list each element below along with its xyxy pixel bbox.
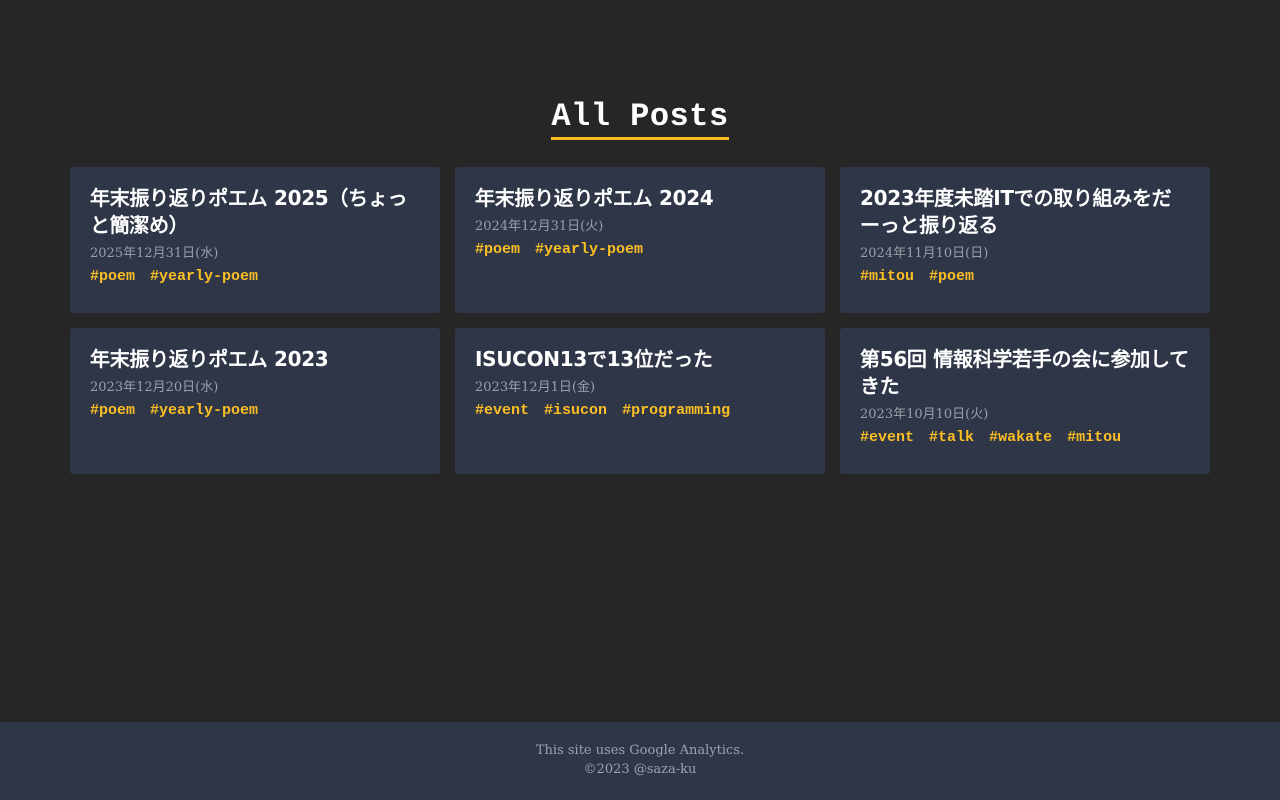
posts-grid: 年末振り返りポエム 2025（ちょっと簡潔め） 2025年12月31日(水) #…: [70, 167, 1210, 474]
site-footer: This site uses Google Analytics. ©2023 @…: [0, 722, 1280, 800]
post-tags: #mitou #poem: [860, 268, 1190, 286]
tag-link[interactable]: #isucon: [544, 402, 607, 419]
post-title[interactable]: ISUCON13で13位だった: [475, 346, 805, 373]
post-date: 2024年11月10日(日): [860, 246, 989, 261]
post-tags: #event #isucon #programming: [475, 402, 805, 420]
post-card-6[interactable]: 第56回 情報科学若手の会に参加してきた 2023年10月10日(火) #eve…: [840, 328, 1210, 474]
post-title[interactable]: 年末振り返りポエム 2025（ちょっと簡潔め）: [90, 185, 420, 239]
tag-link[interactable]: #yearly-poem: [535, 241, 643, 258]
post-card-5[interactable]: ISUCON13で13位だった 2023年12月1日(金) #event #is…: [455, 328, 825, 474]
tag-link[interactable]: #poem: [90, 402, 135, 419]
post-title[interactable]: 年末振り返りポエム 2023: [90, 346, 420, 373]
post-card-2[interactable]: 年末振り返りポエム 2024 2024年12月31日(火) #poem #yea…: [455, 167, 825, 313]
post-title[interactable]: 第56回 情報科学若手の会に参加してきた: [860, 346, 1190, 400]
tag-link[interactable]: #wakate: [989, 429, 1052, 446]
post-tags: #poem #yearly-poem: [90, 268, 420, 286]
post-date: 2024年12月31日(火): [475, 219, 604, 234]
post-tags: #poem #yearly-poem: [475, 241, 805, 259]
post-date: 2023年10月10日(火): [860, 407, 989, 422]
tag-link[interactable]: #event: [860, 429, 914, 446]
post-title[interactable]: 2023年度未踏ITでの取り組みをだーっと振り返る: [860, 185, 1190, 239]
post-card-3[interactable]: 2023年度未踏ITでの取り組みをだーっと振り返る 2024年11月10日(日)…: [840, 167, 1210, 313]
copyright: ©2023 @saza-ku: [583, 762, 697, 777]
post-date: 2023年12月20日(水): [90, 380, 219, 395]
post-title[interactable]: 年末振り返りポエム 2024: [475, 185, 805, 212]
tag-link[interactable]: #yearly-poem: [150, 402, 258, 419]
tag-link[interactable]: #yearly-poem: [150, 268, 258, 285]
tag-link[interactable]: #poem: [90, 268, 135, 285]
post-card-4[interactable]: 年末振り返りポエム 2023 2023年12月20日(水) #poem #yea…: [70, 328, 440, 474]
tag-link[interactable]: #programming: [622, 402, 730, 419]
post-tags: #poem #yearly-poem: [90, 402, 420, 420]
post-card-1[interactable]: 年末振り返りポエム 2025（ちょっと簡潔め） 2025年12月31日(水) #…: [70, 167, 440, 313]
post-tags: #event #talk #wakate #mitou: [860, 429, 1190, 447]
tag-link[interactable]: #mitou: [860, 268, 914, 285]
analytics-notice: This site uses Google Analytics.: [535, 743, 745, 758]
tag-link[interactable]: #poem: [929, 268, 974, 285]
tag-link[interactable]: #talk: [929, 429, 974, 446]
post-date: 2025年12月31日(水): [90, 246, 219, 261]
tag-link[interactable]: #poem: [475, 241, 520, 258]
tag-link[interactable]: #event: [475, 402, 529, 419]
tag-link[interactable]: #mitou: [1067, 429, 1121, 446]
page-header: All Posts: [0, 98, 1280, 140]
page-title: All Posts: [551, 98, 729, 140]
post-date: 2023年12月1日(金): [475, 380, 596, 395]
